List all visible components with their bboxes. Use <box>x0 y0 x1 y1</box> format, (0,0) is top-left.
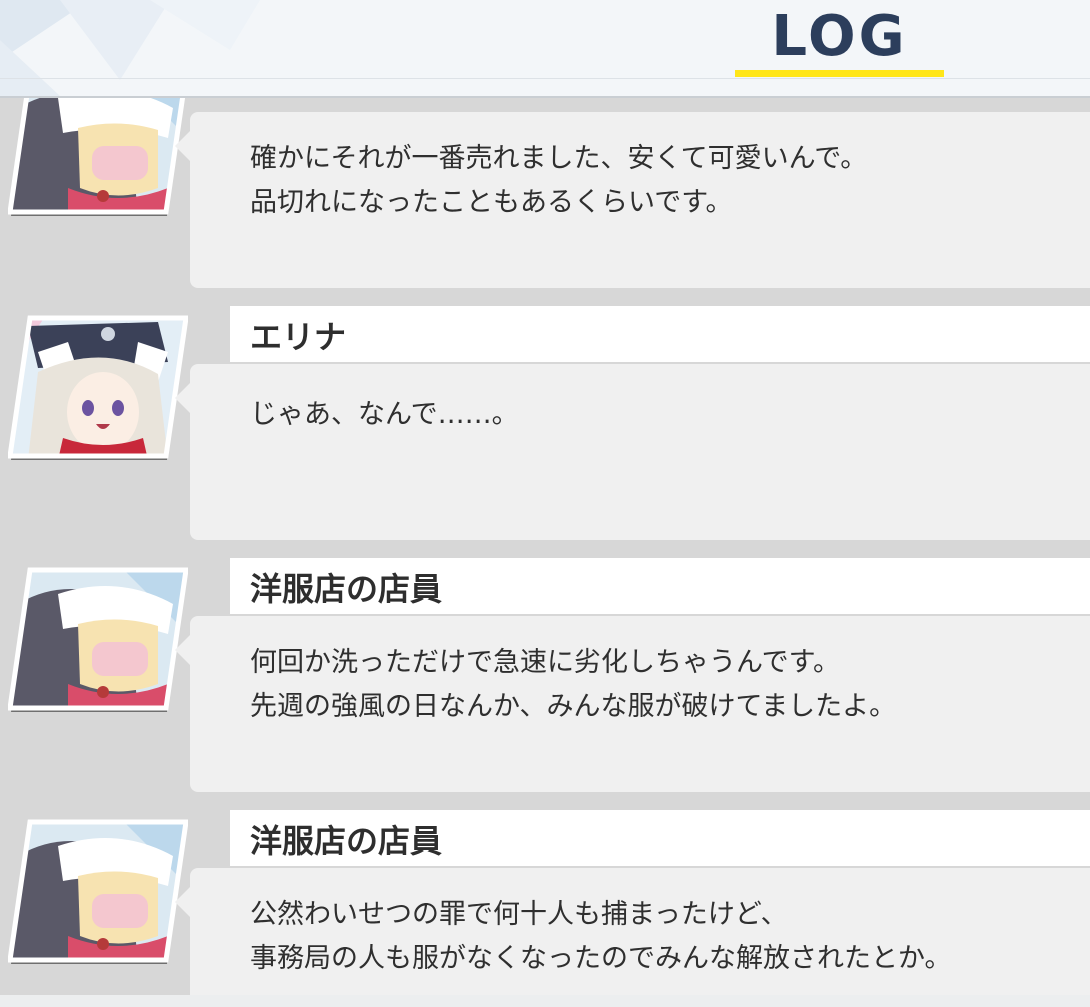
log-list[interactable]: 確かにそれが一番売れました、安くて可愛いんで。 品切れになったこともあるくらいで… <box>0 0 1090 1007</box>
message-bubble: 公然わいせつの罪で何十人も捕まったけど、 事務局の人も服がなくなったのでみんな解… <box>175 868 1090 1007</box>
clerk-avatar-icon[interactable] <box>8 816 188 964</box>
speaker-name: 洋服店の店員 <box>250 570 443 608</box>
message-line: じゃあ、なんで……。 <box>250 399 519 430</box>
bubble-pointer <box>175 382 191 414</box>
speaker-name-tab: エリナ <box>230 306 1090 362</box>
bottom-strip <box>0 995 1090 1007</box>
speaker-name-tab: 洋服店の店員 <box>230 810 1090 866</box>
speaker-name: エリナ <box>250 318 347 356</box>
message-line: 事務局の人も服がなくなったのでみんな解放されたとか。 <box>250 943 952 974</box>
log-entry: エリナ じゃあ、なんで……。 <box>0 306 1090 540</box>
clerk-avatar-icon[interactable] <box>8 564 188 712</box>
bubble-pointer <box>175 634 191 666</box>
message-line: 品切れになったこともあるくらいです。 <box>250 187 733 218</box>
speaker-name: 洋服店の店員 <box>250 822 443 860</box>
erina-avatar-icon[interactable] <box>8 312 188 460</box>
message-line: 先週の強風の日なんか、みんな服が破けてましたよ。 <box>250 691 897 722</box>
header-decoration <box>0 0 260 96</box>
header-divider <box>0 78 1090 79</box>
bubble-pointer <box>175 886 191 918</box>
message-line: 何回か洗っただけで急速に劣化しちゃうんです。 <box>250 647 840 678</box>
message-bubble: じゃあ、なんで……。 <box>175 364 1090 540</box>
log-title: LOG <box>771 4 908 69</box>
message-bubble: 何回か洗っただけで急速に劣化しちゃうんです。 先週の強風の日なんか、みんな服が破… <box>175 616 1090 792</box>
speaker-name-tab: 洋服店の店員 <box>230 558 1090 614</box>
log-header: LOG <box>0 0 1090 98</box>
title-underline <box>735 70 944 77</box>
log-entry: 洋服店の店員 何回か洗っただけで急速に劣化しちゃうんです。 先週の強風の日なんか… <box>0 558 1090 792</box>
message-line: 公然わいせつの罪で何十人も捕まったけど、 <box>250 899 788 930</box>
bubble-pointer <box>175 130 191 162</box>
log-entry: 洋服店の店員 公然わいせつの罪で何十人も捕まったけど、 事務局の人も服がなくなっ… <box>0 810 1090 1007</box>
message-line: 確かにそれが一番売れました、安くて可愛いんで。 <box>250 143 868 174</box>
message-bubble: 確かにそれが一番売れました、安くて可愛いんで。 品切れになったこともあるくらいで… <box>175 112 1090 288</box>
